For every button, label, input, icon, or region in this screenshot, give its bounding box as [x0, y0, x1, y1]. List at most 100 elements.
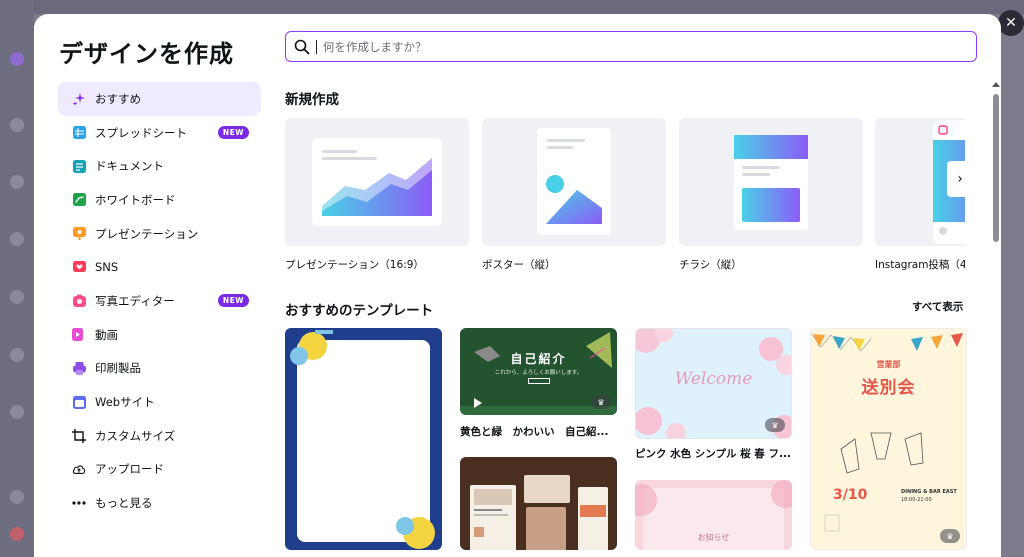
card-thumbnail	[285, 118, 469, 246]
template-label: ピンク 水色 シンプル 桜 春 フ...	[635, 448, 791, 460]
template-website-brown[interactable]	[460, 457, 617, 550]
template-thumbnail	[290, 330, 435, 549]
sparkle-icon	[72, 92, 86, 106]
nav-label: もっと見る	[95, 496, 153, 511]
background-topbar	[34, 0, 1024, 14]
nav-label: Webサイト	[95, 395, 155, 410]
template-pink-notice[interactable]: お知らせ	[635, 480, 792, 550]
presentation-icon	[72, 226, 86, 241]
video-icon	[72, 328, 86, 342]
nav-item-video[interactable]: 動画	[58, 318, 261, 352]
carousel-next-button[interactable]: ›	[947, 161, 973, 197]
nav-item-whiteboard[interactable]: ホワイトボード	[58, 183, 261, 217]
background-avatar	[10, 527, 24, 541]
template-farewell-party[interactable]: 営業部 送別会 3/10 DINING & BAR EAST 18:00-21:…	[810, 328, 967, 550]
presentation-thumbnail	[312, 138, 442, 226]
nav-label: プレゼンテーション	[95, 226, 199, 241]
nav-item-website[interactable]: Webサイト	[58, 385, 261, 419]
new-card-presentation[interactable]: プレゼンテーション（16:9）	[285, 118, 469, 272]
background-sidebar	[0, 0, 34, 557]
template-venue-text: DINING & BAR EAST	[901, 489, 957, 495]
crop-icon	[72, 428, 86, 443]
template-chalkboard[interactable]: 自己紹介 これから、よろしくお願いします。 ♛	[460, 328, 617, 415]
poster-thumbnail	[537, 128, 611, 235]
card-thumbnail	[679, 118, 863, 246]
nav-label: ドキュメント	[95, 159, 164, 174]
search-icon	[294, 39, 310, 54]
create-design-modal: デザインを作成 おすすめ スプレッドシート NEW ドキュメン	[34, 14, 1001, 557]
scrollbar[interactable]	[989, 82, 1001, 557]
premium-crown-icon: ♛	[940, 529, 960, 543]
template-sakura-welcome[interactable]: Welcome ♛	[635, 328, 792, 439]
card-label: ポスター（縦）	[482, 259, 556, 271]
modal-title: デザインを作成	[59, 40, 234, 68]
background-icon	[10, 118, 24, 132]
background-icon	[10, 490, 24, 504]
nav-label: おすすめ	[95, 91, 141, 106]
template-date-text: 3/10	[833, 487, 868, 503]
background-icon	[10, 232, 24, 246]
template-top-text: 営業部	[876, 360, 901, 369]
premium-crown-icon: ♛	[765, 418, 785, 432]
template-title-text: お知らせ	[697, 533, 730, 542]
spreadsheet-icon	[72, 126, 86, 140]
close-icon: ✕	[1005, 15, 1017, 31]
printer-icon	[72, 361, 86, 375]
nav-label: 印刷製品	[95, 361, 141, 376]
search-input[interactable]	[323, 39, 923, 54]
templates-section-title: おすすめのテンプレート	[285, 303, 434, 319]
template-blue-frame[interactable]	[285, 328, 442, 550]
nav-item-presentation[interactable]: プレゼンテーション	[58, 217, 261, 251]
premium-crown-icon: ♛	[591, 395, 611, 409]
nav-label: アップロード	[95, 462, 164, 477]
nav-label: スプレッドシート	[95, 125, 187, 140]
search-bar[interactable]	[285, 31, 977, 62]
new-badge: NEW	[217, 294, 249, 308]
nav-label: SNS	[95, 260, 119, 275]
new-card-flyer[interactable]: チラシ（縦）	[679, 118, 863, 272]
nav-item-custom-size[interactable]: カスタムサイズ	[58, 419, 261, 453]
flyer-thumbnail	[734, 135, 808, 230]
nav-label: ホワイトボード	[95, 192, 176, 207]
background-icon	[10, 175, 24, 189]
document-icon	[72, 159, 86, 173]
template-title-text: 送別会	[861, 378, 916, 398]
nav-item-photo-editor[interactable]: 写真エディター NEW	[58, 284, 261, 318]
nav-item-upload[interactable]: アップロード	[58, 453, 261, 487]
background-icon	[10, 405, 24, 419]
website-mockup	[470, 475, 608, 550]
nav-item-spreadsheet[interactable]: スプレッドシート NEW	[58, 116, 261, 150]
new-card-poster[interactable]: ポスター（縦）	[482, 118, 666, 272]
text-caret	[316, 39, 317, 54]
camera-icon	[72, 294, 86, 308]
nav-label: 動画	[95, 327, 118, 342]
nav-label: カスタムサイズ	[95, 428, 176, 443]
background-icon	[10, 348, 24, 362]
card-label: チラシ（縦）	[679, 259, 742, 271]
new-badge: NEW	[217, 126, 249, 140]
background-icon	[10, 290, 24, 304]
card-label: Instagram投稿（4	[875, 259, 965, 271]
nav-item-print[interactable]: 印刷製品	[58, 352, 261, 386]
nav-item-document[interactable]: ドキュメント	[58, 149, 261, 183]
nav-item-recommended[interactable]: おすすめ	[58, 82, 261, 116]
card-label: プレゼンテーション（16:9）	[285, 259, 424, 271]
nav-item-sns[interactable]: SNS	[58, 250, 261, 284]
website-icon	[72, 395, 86, 409]
background-avatar	[10, 52, 24, 66]
category-nav: おすすめ スプレッドシート NEW ドキュメント ホワイトボード プレゼンテーシ…	[58, 82, 261, 520]
new-section-title: 新規作成	[285, 92, 339, 108]
nav-label: 写真エディター	[95, 293, 175, 308]
nav-item-more[interactable]: もっと見る	[58, 486, 261, 520]
see-all-link[interactable]: すべて表示	[912, 299, 963, 314]
whiteboard-icon	[72, 193, 86, 207]
heart-icon	[72, 260, 86, 274]
template-time-text: 18:00-21:00	[901, 497, 932, 503]
more-icon	[72, 496, 86, 510]
cloud-upload-icon	[72, 462, 86, 476]
card-thumbnail	[482, 118, 666, 246]
scroll-up-arrow[interactable]	[992, 82, 1000, 87]
close-button[interactable]: ✕	[998, 10, 1024, 36]
scrollbar-thumb[interactable]	[993, 94, 999, 242]
chevron-right-icon: ›	[957, 171, 963, 187]
